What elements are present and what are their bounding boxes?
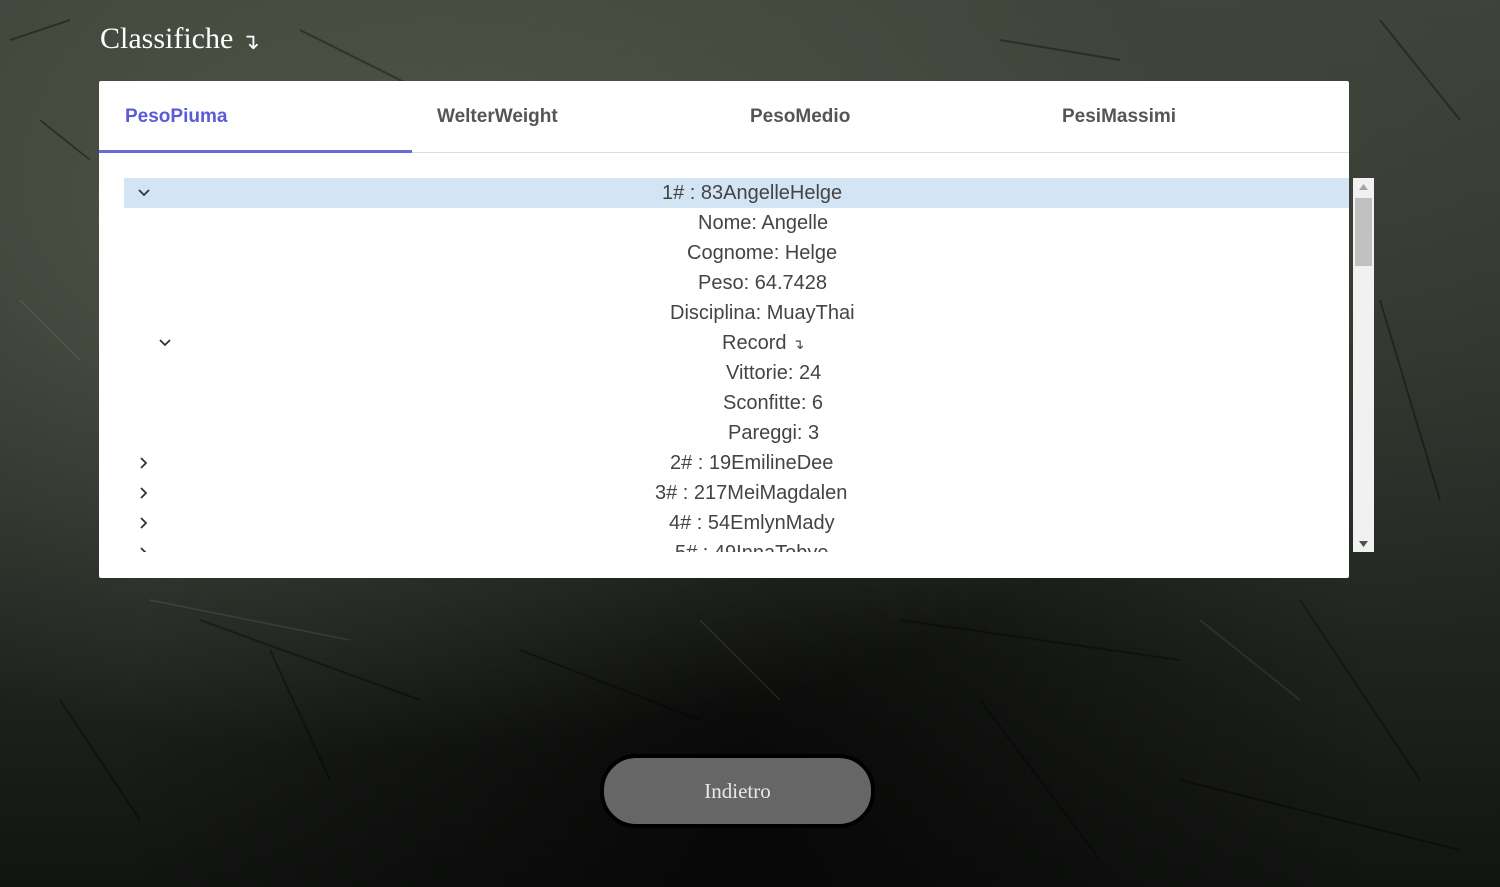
chevron-right-icon[interactable]: [134, 508, 154, 538]
curved-arrow-down-icon[interactable]: ↴: [241, 29, 259, 55]
tree-item-fighter-4[interactable]: 4# : 54EmlynMady: [124, 508, 1349, 538]
tree-item-fighter-5[interactable]: 5# : 49InnaTobye: [124, 538, 1349, 552]
scroll-down-arrow-icon[interactable]: [1353, 535, 1374, 552]
disciplina-value: Disciplina: MuayThai: [670, 302, 855, 324]
tree-item-cognome: Cognome: Helge: [124, 238, 1349, 268]
tree-item-peso: Peso: 64.7428: [124, 268, 1349, 298]
chevron-right-icon[interactable]: [134, 448, 154, 478]
tab-pesimassimi[interactable]: PesiMassimi: [1062, 81, 1176, 152]
fighter-label: 3# : 217MeiMagdalen: [655, 482, 848, 504]
tree-item-fighter-1[interactable]: 1# : 83AngelleHelge: [124, 178, 1349, 208]
weight-class-tabs: PesoPiuma WelterWeight PesoMedio PesiMas…: [99, 81, 1349, 153]
active-tab-indicator: [99, 150, 412, 153]
tab-welterweight[interactable]: WelterWeight: [437, 81, 558, 152]
tree-item-disciplina: Disciplina: MuayThai: [124, 298, 1349, 328]
fighter-label: 4# : 54EmlynMady: [669, 512, 835, 534]
rankings-panel: PesoPiuma WelterWeight PesoMedio PesiMas…: [99, 81, 1349, 578]
vittorie-value: Vittorie: 24: [726, 362, 822, 384]
scroll-thumb[interactable]: [1355, 198, 1372, 266]
record-label-text: Record: [722, 332, 787, 354]
tree-item-sconfitte: Sconfitte: 6: [124, 388, 1349, 418]
nome-value: Nome: Angelle: [698, 212, 829, 234]
chevron-right-icon[interactable]: [134, 478, 154, 508]
chevron-down-icon[interactable]: [134, 178, 154, 208]
tree-item-pareggi: Pareggi: 3: [124, 418, 1349, 448]
rankings-tree: 1# : 83AngelleHelge Nome: Angelle Cognom…: [124, 178, 1349, 552]
peso-value: Peso: 64.7428: [698, 272, 827, 294]
page-heading: Classifiche ↴: [100, 22, 260, 56]
tree-item-vittorie: Vittorie: 24: [124, 358, 1349, 388]
tree-item-fighter-2[interactable]: 2# : 19EmilineDee: [124, 448, 1349, 478]
tab-pesomedio[interactable]: PesoMedio: [750, 81, 850, 152]
pareggi-value: Pareggi: 3: [728, 422, 820, 444]
scroll-up-arrow-icon[interactable]: [1353, 178, 1374, 195]
cognome-value: Cognome: Helge: [687, 242, 838, 264]
fighter-label: 1# : 83AngelleHelge: [662, 182, 843, 204]
tree-item-record[interactable]: Record ↴: [124, 328, 1349, 358]
page-title: Classifiche: [100, 22, 234, 55]
chevron-down-icon[interactable]: [155, 328, 175, 358]
fighter-label: 5# : 49InnaTobye: [675, 538, 828, 552]
tree-item-fighter-3[interactable]: 3# : 217MeiMagdalen: [124, 478, 1349, 508]
tree-scrollbar[interactable]: [1353, 178, 1374, 552]
back-button[interactable]: Indietro: [600, 754, 875, 828]
fighter-label: 2# : 19EmilineDee: [670, 452, 834, 474]
tree-item-nome: Nome: Angelle: [124, 208, 1349, 238]
sconfitte-value: Sconfitte: 6: [723, 392, 824, 414]
tab-pesopiuma[interactable]: PesoPiuma: [125, 81, 227, 152]
curved-arrow-down-icon: ↴: [792, 336, 805, 352]
chevron-right-icon[interactable]: [134, 538, 154, 552]
record-label: Record ↴: [722, 328, 804, 358]
